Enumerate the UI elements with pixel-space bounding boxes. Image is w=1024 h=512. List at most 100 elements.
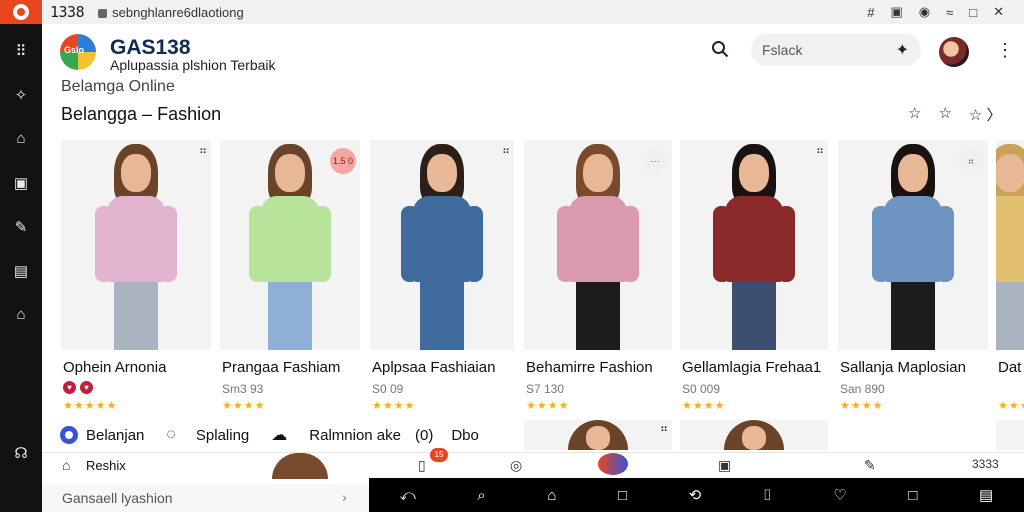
bookmark-icon[interactable]: ⌷ bbox=[763, 487, 772, 504]
status-bar: 1338 sebnghlanre6dlaotiong # ▣ ◉ ≈ □ ✕ bbox=[0, 0, 1024, 24]
heart-icon[interactable]: ♡ bbox=[833, 486, 846, 504]
search-icon[interactable]: ⌕ bbox=[477, 487, 485, 504]
product-name[interactable]: Aplpsaa Fashiaian bbox=[372, 359, 495, 376]
product-card[interactable]: ⠶ Gellamlagia Frehaa1 S0 009 ★★★★ bbox=[680, 140, 828, 418]
favorite-next-icon[interactable]: ☆ 〉 bbox=[969, 104, 1002, 125]
product-photo[interactable]: ⠶ bbox=[61, 140, 211, 350]
menu-icon[interactable]: ▤ bbox=[979, 486, 993, 504]
favorite-icon[interactable]: ☆ bbox=[938, 104, 951, 125]
product-badge[interactable]: ··· bbox=[642, 148, 668, 174]
model-figure bbox=[996, 140, 1024, 350]
grid-icon[interactable]: ⠿ bbox=[0, 42, 42, 60]
hash-icon: # bbox=[867, 4, 875, 20]
model-figure bbox=[235, 140, 345, 350]
avatar[interactable] bbox=[939, 37, 969, 67]
refresh-icon[interactable]: ◎ bbox=[510, 457, 522, 474]
product-card[interactable]: ⠶ Sallanja Maplosian San 890 ★★★★ bbox=[838, 140, 988, 418]
product-name[interactable]: Prangaa Fashiam bbox=[222, 359, 340, 376]
status-time: 1338 bbox=[50, 3, 85, 21]
rating-stars: ★★★★ bbox=[840, 400, 884, 412]
tab-splaling[interactable]: ◌ Splaling bbox=[166, 426, 249, 444]
shield-icon: ◉ bbox=[918, 4, 931, 19]
model-figure bbox=[81, 140, 191, 350]
close-icon[interactable]: ✕ bbox=[993, 4, 1004, 20]
product-card[interactable]: ··· Behamirre Fashion S7 130 ★★★★ bbox=[524, 140, 672, 418]
product-photo[interactable] bbox=[996, 140, 1024, 350]
note-icon[interactable]: ▤ bbox=[0, 262, 42, 280]
more-options-icon[interactable]: ⋮ bbox=[996, 40, 1014, 61]
tab-dbo[interactable]: Dbo bbox=[451, 427, 479, 444]
stop-icon[interactable]: □ bbox=[908, 487, 917, 504]
favorite-icon[interactable]: ☆ bbox=[908, 104, 921, 125]
product-name[interactable]: Dat bbox=[998, 359, 1021, 376]
address-text: sebnghlanre6dlaotiong bbox=[112, 4, 244, 20]
product-photo[interactable]: ⠶ bbox=[680, 140, 828, 350]
document-icon[interactable]: ▯ bbox=[418, 457, 426, 474]
product-card[interactable]: ⠶ Ophein Arnonia ♥ ♥ ★★★★★ bbox=[61, 140, 211, 418]
color-picker-icon[interactable] bbox=[598, 453, 628, 475]
brush-icon[interactable]: ✎ bbox=[0, 218, 42, 236]
square-icon[interactable]: □ bbox=[618, 487, 627, 504]
model-figure bbox=[543, 140, 653, 350]
product-photo[interactable]: ⠶ bbox=[838, 140, 988, 350]
product-name[interactable]: Behamirre Fashion bbox=[526, 359, 653, 376]
product-photo[interactable]: 1.5 0 bbox=[220, 140, 360, 350]
search-input[interactable]: Fslack ✦ bbox=[751, 34, 921, 66]
star-icon[interactable]: ✧ bbox=[0, 86, 42, 104]
tab-ralmnion[interactable]: ☁ Ralmnion ake bbox=[271, 425, 401, 445]
more-options-icon[interactable]: ⠶ bbox=[199, 144, 207, 157]
shop-icon bbox=[60, 426, 78, 444]
address-bar[interactable]: sebnghlanre6dlaotiong bbox=[98, 5, 244, 20]
footer-link[interactable]: Gansaell lyashion › bbox=[42, 484, 369, 512]
chat-icon: ◌ bbox=[166, 426, 176, 443]
wifi-icon: ≈ bbox=[946, 4, 954, 20]
product-card[interactable]: Dat ★★★ bbox=[996, 140, 1024, 418]
footer-label: Gansaell lyashion bbox=[62, 490, 173, 506]
more-options-icon[interactable]: ⠶ bbox=[502, 144, 510, 157]
chevron-right-icon: › bbox=[342, 489, 347, 505]
favorite-icons[interactable]: ♥ ♥ bbox=[63, 381, 93, 394]
notification-badge: 15 bbox=[430, 448, 448, 462]
share-icon[interactable]: ⟲ bbox=[689, 486, 702, 504]
product-thumbnail[interactable] bbox=[996, 420, 1024, 450]
product-card[interactable]: 1.5 0 Prangaa Fashiam Sm3 93 ★★★★ bbox=[220, 140, 360, 418]
reshix-label[interactable]: Reshix bbox=[86, 458, 126, 473]
tab-count[interactable]: (0) bbox=[415, 427, 433, 444]
product-badge[interactable]: 1.5 0 bbox=[330, 148, 356, 174]
product-thumbnail[interactable] bbox=[272, 453, 328, 479]
heart-icon[interactable]: ♥ bbox=[63, 381, 76, 394]
model-figure bbox=[387, 140, 497, 350]
home-icon[interactable]: ⌂ bbox=[62, 457, 70, 473]
back-icon[interactable]: ⤺ bbox=[400, 487, 416, 504]
brand-logo[interactable] bbox=[60, 34, 96, 70]
app-logo-icon[interactable] bbox=[0, 0, 42, 24]
search-icon[interactable] bbox=[711, 40, 729, 58]
product-badge[interactable]: ⠶ bbox=[958, 148, 984, 174]
product-name[interactable]: Gellamlagia Frehaa1 bbox=[682, 359, 821, 376]
lock-icon bbox=[98, 8, 108, 18]
product-thumbnail[interactable] bbox=[680, 420, 828, 450]
more-options-icon[interactable]: ⠶ bbox=[816, 144, 824, 157]
brand-tagline: Aplupassia plshion Terbaik bbox=[110, 57, 276, 73]
product-photo[interactable]: ⠶ bbox=[370, 140, 514, 350]
heart-icon[interactable]: ♥ bbox=[80, 381, 93, 394]
tab-belanjan[interactable]: Belanjan bbox=[60, 426, 144, 444]
pencil-icon[interactable]: ✎ bbox=[864, 457, 876, 474]
product-card[interactable]: ⠶ Aplpsaa Fashiaian S0 09 ★★★★ bbox=[370, 140, 514, 418]
rating-stars: ★★★★ bbox=[526, 400, 570, 412]
maximize-icon[interactable]: □ bbox=[969, 5, 977, 20]
headset-icon[interactable]: ☊ bbox=[0, 444, 42, 462]
bottom-nav: ⤺ ⌕ ⌂ □ ⟲ ⌷ ♡ □ ▤ bbox=[369, 478, 1024, 512]
image-icon[interactable]: ▣ bbox=[0, 174, 42, 192]
home-icon[interactable]: ⌂ bbox=[0, 306, 42, 323]
bag-icon[interactable]: ⌂ bbox=[0, 130, 42, 147]
gift-icon[interactable]: ▣ bbox=[718, 457, 731, 474]
sparkle-icon[interactable]: ✦ bbox=[896, 40, 909, 60]
product-thumbnail[interactable]: ⠶ bbox=[524, 420, 672, 450]
product-name[interactable]: Ophein Arnonia bbox=[63, 359, 166, 376]
product-photo[interactable]: ··· bbox=[524, 140, 672, 350]
home-icon[interactable]: ⌂ bbox=[547, 487, 556, 504]
page-title: Belangga – Fashion bbox=[61, 104, 222, 124]
product-name[interactable]: Sallanja Maplosian bbox=[840, 359, 966, 376]
title-actions: ☆ ☆ ☆ 〉 bbox=[908, 104, 1002, 125]
